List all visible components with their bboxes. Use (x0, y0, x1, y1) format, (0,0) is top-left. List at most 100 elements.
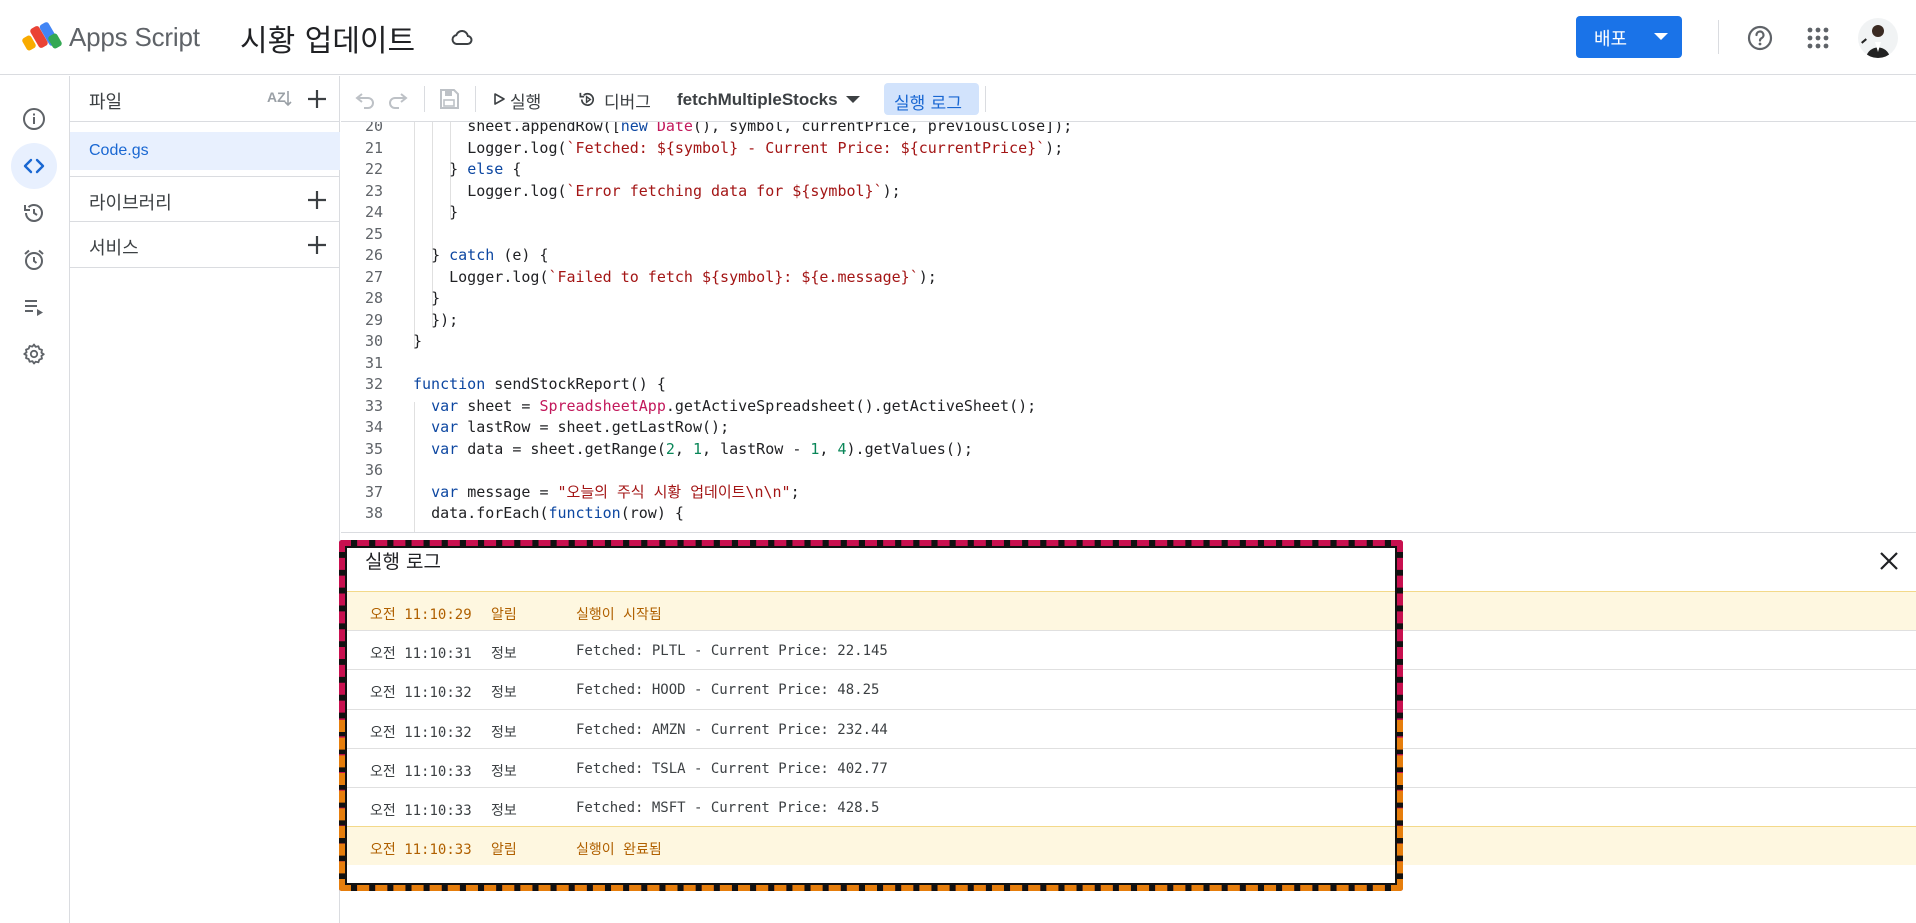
log-row: 오전 11:10:29 알림 실행이 시작됨 (341, 591, 1916, 630)
log-time: 오전 11:10:33 (370, 763, 472, 780)
code-text: } catch (e) { (431, 246, 549, 264)
alarm-icon (24, 249, 44, 270)
code-text: function sendStockReport() { (413, 375, 666, 393)
code-text: } else { (449, 160, 522, 178)
add-service-icon[interactable] (306, 234, 328, 256)
close-icon[interactable] (1877, 549, 1901, 573)
executions-icon (25, 300, 43, 316)
toolbar-divider (985, 86, 986, 112)
rail-settings[interactable] (11, 331, 57, 377)
run-button[interactable]: 실행 (491, 84, 563, 114)
function-select[interactable]: fetchMultipleStocks (677, 90, 838, 110)
code-icon (23, 158, 45, 174)
line-number: 36 (364, 461, 383, 479)
debug-button[interactable]: 디버그 (578, 84, 664, 114)
code-text: var message = "오늘의 주식 시황 업데이트\n\n"; (431, 482, 800, 501)
line-number: 37 (364, 482, 383, 501)
undo-icon[interactable] (353, 87, 377, 111)
debug-label: 디버그 (604, 93, 651, 113)
log-time: 오전 11:10:33 (370, 803, 472, 819)
code-text: }); (431, 310, 459, 329)
settings-icon (23, 343, 45, 365)
libraries-section: 라이브러리 (70, 176, 340, 222)
files-section-header: 파일 AZ (70, 76, 340, 122)
line-number: 26 (364, 246, 383, 264)
log-message: Fetched: PLTL - Current Price: 22.145 (576, 643, 888, 660)
execution-log-label: 실행 로그 (894, 94, 962, 114)
code-text: } (431, 289, 441, 307)
line-number: 35 (364, 439, 383, 458)
log-time: 오전 11:10:33 (370, 842, 472, 859)
add-library-icon[interactable] (306, 189, 328, 211)
code-text: Logger.log(`Failed to fetch ${symbol}: $… (449, 267, 937, 286)
line-number: 30 (364, 332, 383, 350)
line-number: 25 (364, 224, 383, 243)
chevron-down-icon[interactable] (846, 96, 860, 103)
add-file-icon[interactable] (306, 88, 328, 110)
rail-editor[interactable] (11, 143, 57, 189)
history-icon (24, 204, 43, 222)
log-level: 알림 (491, 842, 517, 859)
debug-icon (579, 92, 595, 106)
apps-script-logo-icon[interactable] (22, 20, 62, 54)
app-header: Apps Script 시황 업데이트 배포 (0, 0, 1916, 75)
log-level: 정보 (491, 803, 517, 819)
line-number: 32 (364, 375, 383, 393)
code-text: var lastRow = sheet.getLastRow(); (431, 418, 730, 436)
line-number: 38 (364, 504, 383, 522)
file-item-code-gs[interactable]: Code.gs (70, 132, 340, 170)
log-time: 오전 11:10:32 (370, 685, 472, 702)
svg-text:AZ: AZ (267, 89, 286, 105)
run-label: 실행 (510, 93, 542, 113)
log-message: 실행이 시작됨 (576, 607, 662, 623)
log-level: 정보 (491, 763, 517, 780)
code-text: } (449, 203, 459, 221)
log-row: 오전 11:10:33 정보 Fetched: TSLA - Current Pri… (341, 747, 1916, 787)
toolbar-divider (424, 86, 425, 112)
line-number: 27 (364, 267, 383, 286)
google-apps-icon[interactable] (1806, 26, 1830, 50)
line-number: 20 (364, 122, 383, 135)
log-time: 오전 11:10:29 (370, 607, 472, 623)
services-label: 서비스 (89, 238, 139, 259)
line-number: 29 (364, 310, 383, 329)
rail-triggers[interactable] (11, 237, 57, 283)
deploy-button-label: 배포 (1594, 29, 1628, 50)
files-label: 파일 (89, 92, 123, 113)
log-row: 오전 11:10:32 정보 Fetched: AMZN - Current Pri… (341, 708, 1916, 748)
sort-az-icon[interactable]: AZ (266, 87, 294, 109)
file-name: Code.gs (89, 142, 149, 159)
avatar-image (1861, 25, 1890, 58)
toolbar-divider (475, 86, 476, 112)
project-title[interactable]: 시황 업데이트 (240, 16, 415, 60)
log-level: 정보 (491, 724, 517, 741)
log-message: Fetched: HOOD - Current Price: 48.25 (576, 682, 880, 699)
code-text: Logger.log(`Fetched: ${symbol} - Current… (467, 138, 1064, 157)
log-level: 알림 (491, 607, 517, 623)
app-name[interactable]: Apps Script (69, 22, 200, 53)
log-time: 오전 11:10:31 (370, 646, 472, 663)
log-time: 오전 11:10:32 (370, 724, 472, 741)
cloud-saved-icon (451, 30, 473, 45)
help-icon[interactable] (1746, 24, 1774, 52)
execution-log-button[interactable]: 실행 로그 (884, 83, 979, 115)
log-row: 오전 11:10:33 알림 실행이 완료됨 (341, 826, 1916, 866)
rail-overview[interactable] (11, 96, 57, 142)
code-editor[interactable]: 20 sheet.appendRow([new Date(), symbol, … (341, 122, 1916, 532)
rail-history[interactable] (11, 190, 57, 236)
redo-icon[interactable] (386, 87, 410, 111)
deploy-button[interactable]: 배포 (1576, 16, 1682, 58)
avatar[interactable] (1858, 18, 1898, 58)
code-text: var sheet = SpreadsheetApp.getActiveSpre… (431, 396, 1037, 415)
rail-executions[interactable] (11, 284, 57, 330)
log-row: 오전 11:10:32 정보 Fetched: HOOD - Current Pri… (341, 669, 1916, 708)
code-text: sheet.appendRow([new Date(), symbol, cur… (467, 122, 1073, 135)
editor-toolbar: 실행 디버그 fetchMultipleStocks 실행 로그 (341, 76, 1916, 122)
log-row: 오전 11:10:33 정보 Fetched: MSFT - Current Pri… (341, 787, 1916, 826)
files-panel: 파일 AZ Code.gs 라이브러리 서비스 (70, 76, 340, 923)
log-message: Fetched: TSLA - Current Price: 402.77 (576, 760, 888, 777)
line-number: 23 (364, 181, 383, 200)
save-icon[interactable] (437, 87, 461, 111)
line-number: 34 (364, 418, 383, 436)
header-divider (1718, 20, 1719, 54)
